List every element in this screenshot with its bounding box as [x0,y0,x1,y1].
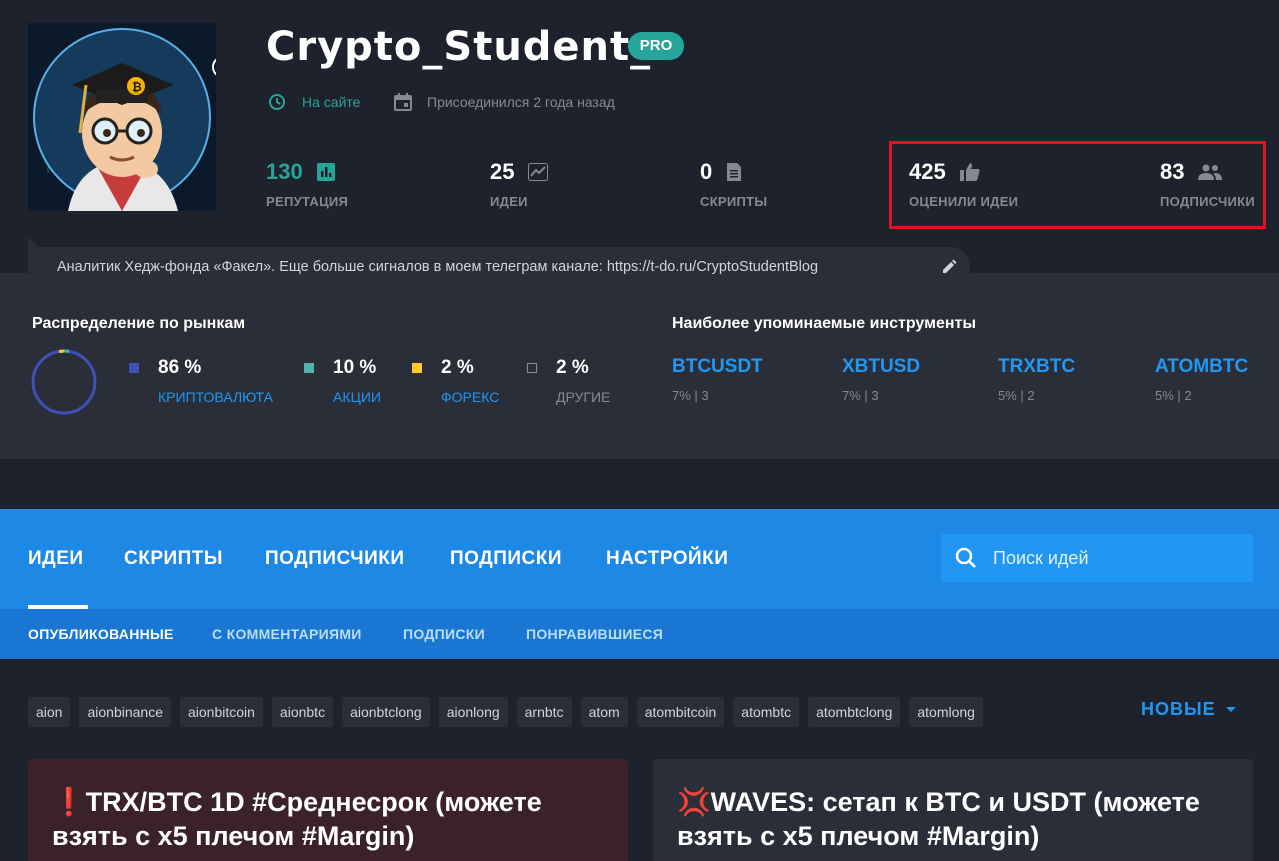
tag-list: aion aionbinance aionbitcoin aionbtc aio… [28,697,992,727]
bio-notch [28,237,38,247]
stat-ideas[interactable]: 25 ИДЕИ [490,158,549,209]
market-other[interactable]: 2 % ДРУГИЕ [527,357,610,405]
calendar-icon [394,93,412,111]
subtab-subscriptions[interactable]: ПОДПИСКИ [403,626,485,642]
ideas-value: 25 [490,159,515,184]
other-pct: 2 % [556,357,589,378]
edit-pencil-icon[interactable] [941,259,957,275]
idea-card[interactable]: ❗TRX/BTC 1D #Среднесрок (можете взять с … [28,759,628,861]
scripts-label: СКРИПТЫ [700,194,768,209]
ideas-label: ИДЕИ [490,194,528,209]
reputation-value: 130 [266,159,303,184]
stocks-pct: 10 % [333,357,377,378]
exclamation-icon: ❗ [52,787,86,817]
instrument-symbol[interactable]: TRXBTC [998,356,1075,378]
search-box[interactable] [941,534,1253,582]
stat-scripts[interactable]: 0 СКРИПТЫ [700,158,767,209]
crypto-swatch [129,363,139,373]
instrument-meta: 5% | 2 [1155,388,1192,403]
tag-chip[interactable]: arnbtc [516,697,572,727]
tag-chip[interactable]: aionbtclong [342,697,430,727]
idea-card[interactable]: 💢WAVES: сетап к BTC и USDT (можете взять… [653,759,1253,861]
caret-down-icon [1225,707,1236,712]
instrument-symbol[interactable]: ATOMBTC [1155,356,1248,378]
instrument-meta: 5% | 2 [998,388,1035,403]
instrument-meta: 7% | 3 [842,388,879,403]
stat-reputation[interactable]: 130 РЕПУТАЦИЯ [266,158,348,209]
instrument-item[interactable]: BTCUSDT 7% | 3 [672,356,763,403]
stocks-swatch [304,363,314,373]
forex-pct: 2 % [441,357,474,378]
tag-chip[interactable]: atom [580,697,628,727]
other-name: ДРУГИЕ [556,389,611,405]
bio-text: Аналитик Хедж-фонда «Факел». Еще больше … [57,259,819,275]
subtab-published[interactable]: ОПУБЛИКОВАННЫЕ [28,626,174,642]
market-crypto[interactable]: 86 % КРИПТОВАЛЮТА [129,357,273,405]
tag-chip[interactable]: atombtc [733,697,800,727]
tab-followers[interactable]: ПОДПИСЧИКИ [265,548,405,570]
tab-ideas[interactable]: ИДЕИ [28,548,84,570]
reputation-label: РЕПУТАЦИЯ [266,194,349,209]
clock-icon [269,94,285,110]
markets-panel: Распределение по рынкам 86 % КРИПТОВАЛЮТ… [0,273,1279,459]
tag-chip[interactable]: atombitcoin [636,697,725,727]
instrument-item[interactable]: ATOMBTC 5% | 2 [1155,356,1248,403]
tag-chip[interactable]: atomlong [909,697,983,727]
instrument-symbol[interactable]: XBTUSD [842,356,920,378]
joined-text: Присоединился 2 года назад [427,94,615,110]
tag-chip[interactable]: aionbtc [271,697,334,727]
tag-chip[interactable]: aionlong [438,697,508,727]
bio-bubble: Аналитик Хедж-фонда «Факел». Еще больше … [28,247,970,287]
tab-settings[interactable]: НАСТРОЙКИ [606,548,728,570]
anger-symbol-icon: 💢 [677,787,711,817]
online-status: На сайте [268,93,360,111]
joined-info: Присоединился 2 года назад [394,93,615,111]
stocks-name: АКЦИИ [333,389,381,405]
tag-chip[interactable]: aionbinance [79,697,171,727]
market-stocks[interactable]: 10 % АКЦИИ [304,357,381,405]
profile-tab-bar: ИДЕИ СКРИПТЫ ПОДПИСЧИКИ ПОДПИСКИ НАСТРОЙ… [0,509,1279,609]
idea-title-text: WAVES: сетап к BTC и USDT (можете взять … [677,787,1200,851]
search-icon [955,547,976,568]
sub-tab-bar: ОПУБЛИКОВАННЫЕ С КОММЕНТАРИЯМИ ПОДПИСКИ … [0,609,1279,659]
svg-text:₿: ₿ [132,80,142,94]
subtab-liked[interactable]: ПОНРАВИВШИЕСЯ [526,626,663,642]
pro-badge: PRO [628,32,684,60]
instruments-title: Наиболее упоминаемые инструменты [672,315,977,332]
document-icon [727,163,742,181]
other-swatch [527,363,537,373]
crypto-name: КРИПТОВАЛЮТА [158,389,273,405]
market-forex[interactable]: 2 % ФОРЕКС [412,357,499,405]
crypto-pct: 86 % [158,357,202,378]
idea-title[interactable]: ❗TRX/BTC 1D #Среднесрок (можете взять с … [52,785,604,853]
markets-title: Распределение по рынкам [32,315,246,332]
idea-title[interactable]: 💢WAVES: сетап к BTC и USDT (можете взять… [677,785,1229,853]
tag-chip[interactable]: aion [28,697,71,727]
online-status-text: На сайте [302,94,361,110]
search-input[interactable] [993,547,1223,569]
tab-scripts[interactable]: СКРИПТЫ [124,548,223,570]
instrument-item[interactable]: TRXBTC 5% | 2 [998,356,1075,403]
forex-name: ФОРЕКС [441,389,500,405]
idea-title-text: TRX/BTC 1D #Среднесрок (можете взять с х… [52,787,542,851]
subtab-with-comments[interactable]: С КОММЕНТАРИЯМИ [212,626,362,642]
instrument-symbol[interactable]: BTCUSDT [672,356,763,378]
username: Crypto_Student_ [266,24,652,70]
instrument-meta: 7% | 3 [672,388,709,403]
tag-chip[interactable]: atombtclong [808,697,901,727]
tab-following[interactable]: ПОДПИСКИ [450,548,562,570]
avatar[interactable]: ₿ i [28,23,216,211]
scripts-value: 0 [700,159,713,184]
trend-chart-icon [528,163,549,181]
bar-chart-icon [316,163,335,181]
instrument-item[interactable]: XBTUSD 7% | 3 [842,356,920,403]
market-donut-chart [31,349,97,415]
highlight-box [889,141,1266,229]
sort-label: НОВЫЕ [1141,699,1216,719]
forex-swatch [412,363,422,373]
profile-header: ₿ i Crypto_Student_ PRO На сайте Присоед… [0,0,1279,273]
tag-chip[interactable]: aionbitcoin [179,697,263,727]
sort-dropdown[interactable]: НОВЫЕ [1141,699,1236,720]
